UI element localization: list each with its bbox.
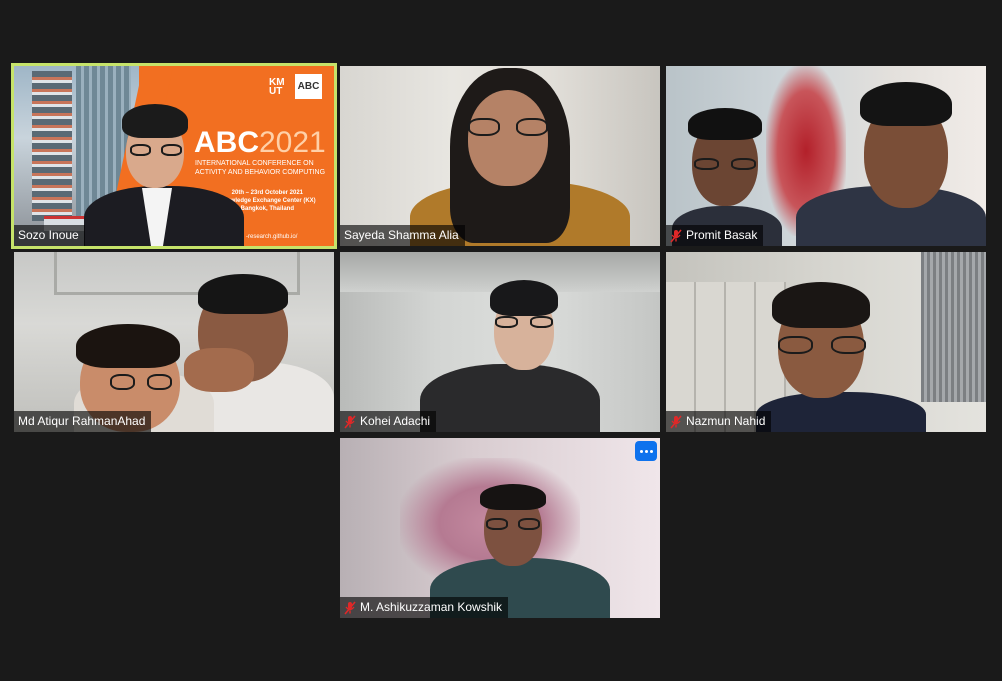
participant-name: Nazmun Nahid [686, 414, 766, 428]
slide-url: -research.github.io/ [246, 234, 298, 240]
participant-name-label: Kohei Adachi [340, 411, 437, 432]
video-tile-kohei-adachi[interactable]: Kohei Adachi [340, 252, 660, 432]
participant-name-label: Sayeda Shamma Alia [340, 225, 465, 246]
participant-name: Promit Basak [686, 228, 758, 242]
muted-microphone-icon [670, 228, 682, 243]
abc-logo: ABC [295, 74, 322, 99]
participant-name-label: Promit Basak [666, 225, 764, 246]
video-tile-sozo-inoue[interactable]: KM UT ABC ABC2021 INTERNATIONAL CONFEREN… [11, 63, 337, 249]
more-options-icon [639, 449, 643, 453]
more-options-icon-dot [649, 449, 653, 453]
slide-subtitle: INTERNATIONAL CONFERENCE ON ACTIVITY AND… [195, 160, 326, 176]
participant-name-label: M. Ashikuzzaman Kowshik [340, 597, 509, 618]
participant-name: Md Atiqur RahmanAhad [18, 414, 146, 428]
video-tile-nazmun-nahid[interactable]: Nazmun Nahid [666, 252, 986, 432]
participant-name-label: Sozo Inoue [14, 225, 85, 246]
muted-microphone-icon [344, 600, 356, 615]
video-tile-promit-basak[interactable]: Promit Basak [666, 66, 986, 246]
window-blinds [921, 252, 986, 402]
participant-name: Sozo Inoue [18, 228, 79, 242]
slide-title: ABC2021 [194, 126, 326, 159]
hand [184, 348, 254, 392]
muted-microphone-icon [670, 414, 682, 429]
video-tile-md-atiqur-rahmanahad[interactable]: Md Atiqur RahmanAhad [14, 252, 334, 432]
kmutt-logo: KM UT [269, 77, 285, 97]
more-options-button[interactable] [635, 441, 657, 461]
participant-name: Kohei Adachi [360, 414, 431, 428]
muted-microphone-icon [344, 414, 356, 429]
participant-name: M. Ashikuzzaman Kowshik [360, 600, 503, 614]
video-tile-sayeda-shamma-alia[interactable]: Sayeda Shamma Alia [340, 66, 660, 246]
video-tile-m-ashikuzzaman-kowshik[interactable]: M. Ashikuzzaman Kowshik [340, 438, 660, 618]
participant-name-label: Nazmun Nahid [666, 411, 772, 432]
participant-name: Sayeda Shamma Alia [344, 228, 459, 242]
more-options-icon-dot [644, 449, 648, 453]
participant-name-label: Md Atiqur RahmanAhad [14, 411, 152, 432]
